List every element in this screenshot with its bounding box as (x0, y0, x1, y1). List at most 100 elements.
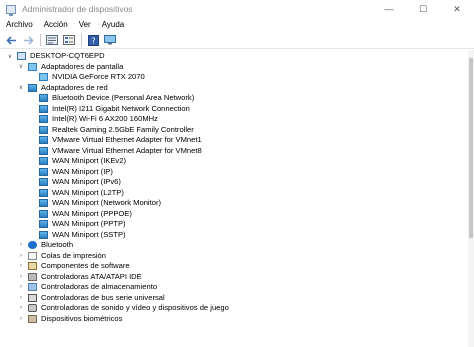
net-device-icon (39, 188, 48, 197)
tree-node-label: Realtek Gaming 2.5GbE Family Controller (52, 124, 194, 134)
tree-node-label: WAN Miniport (IP) (52, 166, 113, 176)
tree-node-label: NVIDIA GeForce RTX 2070 (52, 72, 145, 82)
device-tree: ∨ DESKTOP-CQT6EPD ∨ Adaptadores de pantalla… (0, 50, 468, 347)
bt-device-icon (28, 241, 37, 250)
maximize-button[interactable]: ☐ (406, 0, 440, 18)
tree-node[interactable]: ∨ Adaptadores de pantalla (17, 62, 123, 73)
tree-node[interactable]: › Bluetooth (17, 240, 73, 251)
tree-node[interactable]: Bluetooth Device (Personal Area Network) (28, 93, 194, 104)
tree-node[interactable]: VMware Virtual Ethernet Adapter for VMne… (28, 146, 202, 157)
tree-node[interactable]: ∨ DESKTOP-CQT6EPD (6, 51, 105, 62)
tree-node[interactable]: WAN Miniport (Network Monitor) (28, 198, 161, 209)
tree-node[interactable]: › Controladoras ATA/ATAPI IDE (17, 272, 142, 283)
back-arrow-icon[interactable] (4, 34, 18, 47)
comp-device-icon (28, 262, 37, 271)
tree-node[interactable]: › Colas de impresión (17, 251, 106, 262)
ata-device-icon (28, 272, 37, 281)
tree-node[interactable]: Intel(R) Wi-Fi 6 AX200 160MHz (28, 114, 158, 125)
tree-node[interactable]: ∨ Adaptadores de red (17, 83, 108, 94)
tree-node[interactable]: › Controladoras de almacenamiento (17, 282, 157, 293)
tree-node[interactable]: WAN Miniport (L2TP) (28, 188, 124, 199)
menu-ver[interactable]: Ver (73, 18, 96, 32)
tree-node[interactable]: › Controladoras de bus serie universal (17, 293, 165, 304)
tree-node[interactable]: › Dispositivos biométricos (17, 314, 122, 325)
vertical-scrollbar[interactable] (468, 50, 474, 347)
tree-node-label: Intel(R) Wi-Fi 6 AX200 160MHz (52, 114, 158, 124)
net-device-icon (39, 167, 48, 176)
tree-node-label: Controladoras ATA/ATAPI IDE (41, 271, 142, 281)
tree-node[interactable]: WAN Miniport (IPv6) (28, 177, 121, 188)
chevron-right-icon[interactable]: › (17, 261, 25, 271)
properties-icon[interactable] (45, 34, 59, 47)
minimize-button[interactable]: — (372, 0, 406, 18)
tree-node-label: Colas de impresión (41, 250, 106, 260)
pc-device-icon (17, 52, 26, 61)
help-icon[interactable]: ? (86, 34, 100, 47)
tree-node-label: Intel(R) I211 Gigabit Network Connection (52, 103, 190, 113)
menu-bar: Archivo Acción Ver Ayuda (0, 18, 474, 32)
chevron-down-icon[interactable]: ∨ (17, 62, 25, 72)
tree-node-label: Bluetooth Device (Personal Area Network) (52, 93, 195, 103)
chevron-down-icon[interactable]: ∨ (6, 51, 14, 61)
tree-node-label: Controladoras de almacenamiento (41, 282, 158, 292)
tree-node-label: VMware Virtual Ethernet Adapter for VMne… (52, 135, 202, 145)
chevron-right-icon[interactable]: › (17, 303, 25, 313)
tree-node[interactable]: WAN Miniport (PPTP) (28, 219, 126, 230)
storage-device-icon (28, 283, 37, 292)
net-device-icon (39, 199, 48, 208)
tree-node[interactable]: WAN Miniport (IKEv2) (28, 156, 126, 167)
tree-node[interactable]: › Controladoras de sonido y vídeo y dispo… (17, 303, 229, 314)
tree-node-label: WAN Miniport (PPTP) (52, 219, 126, 229)
tree-node-label: Adaptadores de pantalla (41, 61, 124, 71)
window-controls: — ☐ ✕ (372, 0, 474, 18)
tree-node[interactable]: WAN Miniport (SSTP) (28, 230, 126, 241)
chevron-right-icon[interactable]: › (17, 282, 25, 292)
menu-ayuda[interactable]: Ayuda (96, 18, 130, 32)
chevron-right-icon[interactable]: › (17, 272, 25, 282)
tree-node[interactable]: WAN Miniport (IP) (28, 167, 113, 178)
sound-device-icon (28, 304, 37, 313)
chevron-right-icon[interactable]: › (17, 314, 25, 324)
tree-node[interactable]: WAN Miniport (PPPOE) (28, 209, 132, 220)
tree-node[interactable]: Intel(R) I211 Gigabit Network Connection (28, 104, 190, 115)
tree-node-label: Bluetooth (41, 240, 74, 250)
view-icon[interactable] (62, 34, 76, 47)
net-device-icon (39, 146, 48, 155)
tree-node-label: WAN Miniport (L2TP) (52, 187, 124, 197)
tree-node-label: WAN Miniport (IKEv2) (52, 156, 126, 166)
close-button[interactable]: ✕ (440, 0, 474, 18)
net-device-icon (28, 83, 37, 92)
tree-node-label: WAN Miniport (IPv6) (52, 177, 121, 187)
tree-node[interactable]: VMware Virtual Ethernet Adapter for VMne… (28, 135, 202, 146)
tree-node[interactable]: NVIDIA GeForce RTX 2070 (28, 72, 145, 83)
chevron-right-icon[interactable]: › (17, 240, 25, 250)
net-device-icon (39, 94, 48, 103)
toolbar: ? (0, 32, 474, 49)
menu-accion[interactable]: Acción (38, 18, 73, 32)
tree-node[interactable]: Realtek Gaming 2.5GbE Family Controller (28, 125, 194, 136)
scrollbar-thumb[interactable] (469, 58, 473, 238)
toolbar-separator (81, 34, 82, 46)
tree-node-label: Componentes de software (41, 261, 130, 271)
chevron-right-icon[interactable]: › (17, 293, 25, 303)
tree-node[interactable]: › Componentes de software (17, 261, 130, 272)
menu-archivo[interactable]: Archivo (0, 18, 38, 32)
chevron-right-icon[interactable]: › (17, 251, 25, 261)
forward-arrow-icon[interactable] (21, 34, 35, 47)
monitor-icon[interactable] (103, 34, 117, 47)
toolbar-separator (40, 34, 41, 46)
net-device-icon (39, 209, 48, 218)
chevron-down-icon[interactable]: ∨ (17, 83, 25, 93)
